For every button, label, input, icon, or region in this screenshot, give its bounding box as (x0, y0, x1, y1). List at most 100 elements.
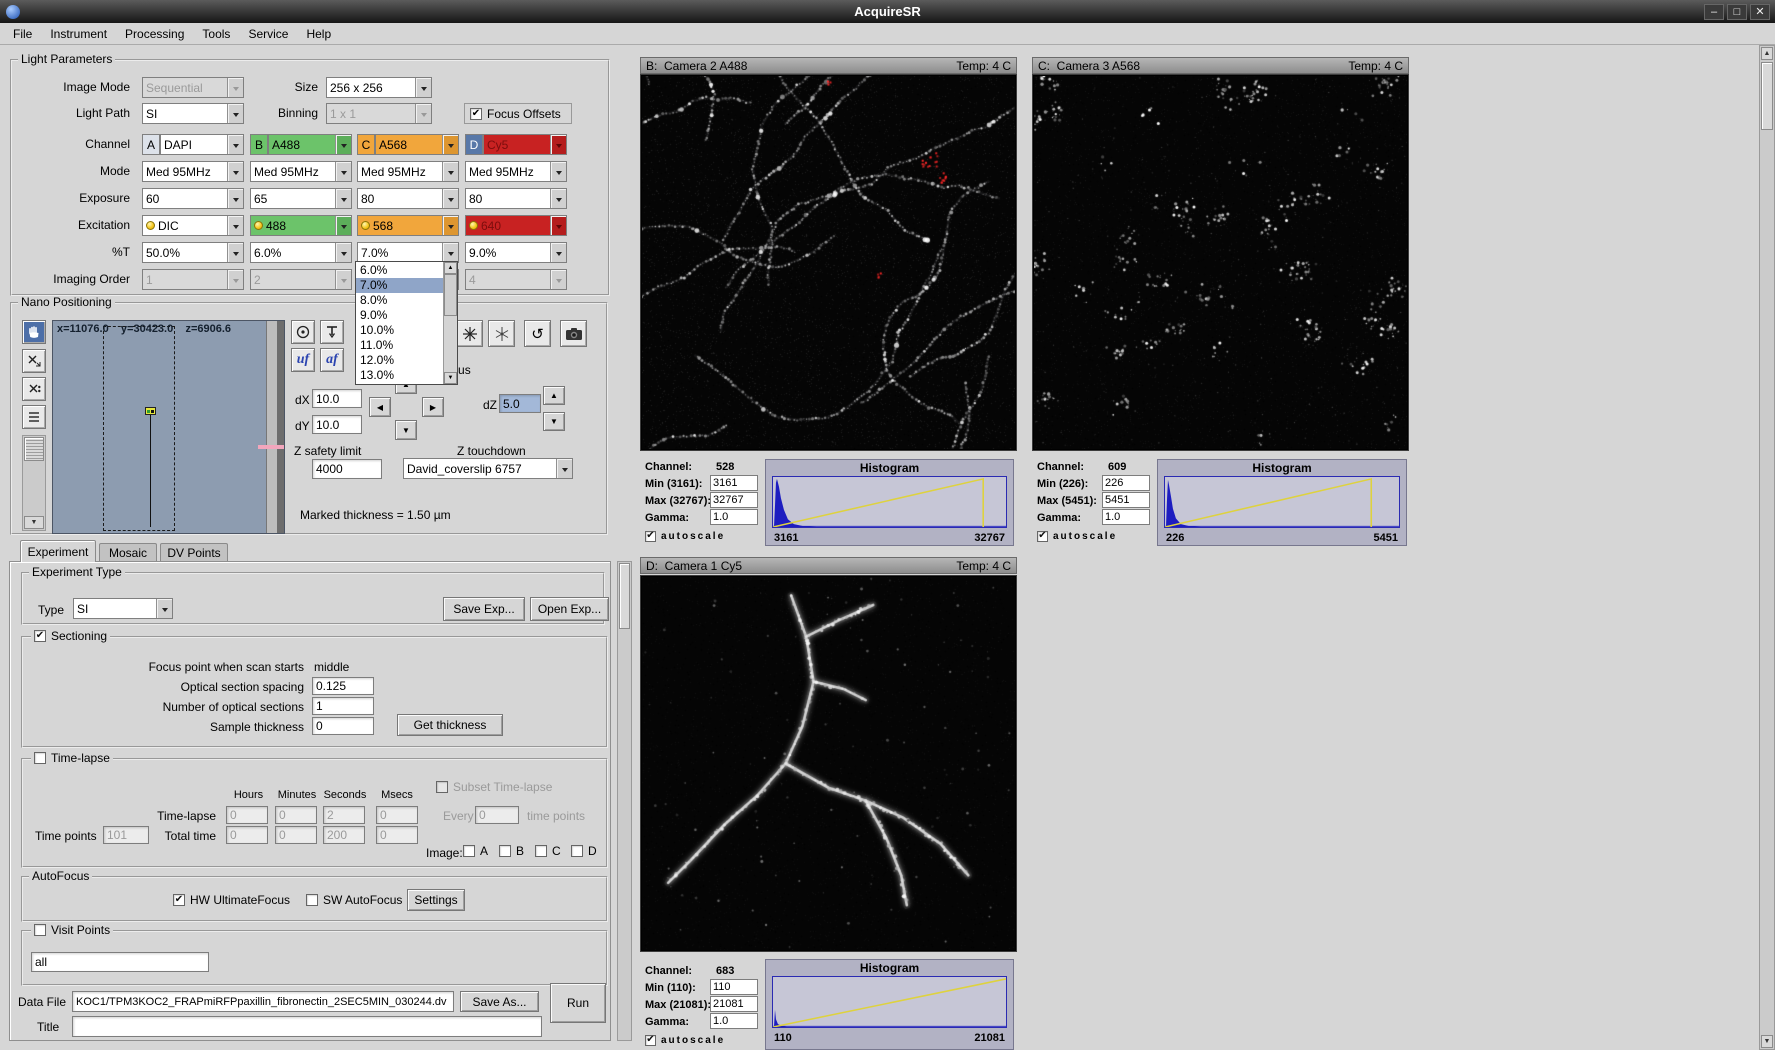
camera-b-view[interactable] (640, 74, 1017, 451)
dz-input[interactable] (499, 394, 541, 413)
touchdown-button[interactable] (320, 320, 344, 344)
max-input[interactable] (710, 996, 758, 1012)
run-button[interactable]: Run (550, 983, 606, 1023)
pct-t-c-select[interactable]: 7.0% (357, 242, 459, 263)
num-sections-input[interactable] (312, 697, 374, 715)
exposure-a-select[interactable]: 60 (142, 188, 244, 209)
dropdown-option[interactable]: 9.0% (356, 308, 443, 323)
dropdown-option[interactable]: 13.0% (356, 368, 443, 383)
exposure-c-select[interactable]: 80 (357, 188, 459, 209)
spiral-mosaic-button[interactable] (488, 320, 515, 347)
tab-mosaic[interactable]: Mosaic (99, 543, 157, 562)
freeze-button[interactable] (456, 320, 483, 347)
visit-points-checkbox[interactable]: Visit Points (31, 923, 114, 937)
section-spacing-input[interactable] (312, 677, 374, 695)
menu-service[interactable]: Service (239, 24, 297, 44)
order-b-select[interactable]: 2 (250, 269, 352, 290)
image-c-checkbox[interactable]: C (535, 844, 561, 858)
title-input[interactable] (72, 1016, 542, 1037)
min-input[interactable] (710, 979, 758, 995)
camera-d-view[interactable] (640, 575, 1017, 952)
stage-left-button[interactable]: ◀ (369, 397, 391, 417)
pct-t-b-select[interactable]: 6.0% (250, 242, 352, 263)
scrollbar-thumb[interactable] (1761, 62, 1773, 130)
exposure-b-select[interactable]: 65 (250, 188, 352, 209)
hw-ultimatefocus-checkbox[interactable]: HW UltimateFocus (173, 893, 290, 907)
map-zoom-scrollbar[interactable]: ▼ (22, 435, 46, 531)
min-input[interactable] (710, 475, 758, 491)
menu-instrument[interactable]: Instrument (41, 24, 116, 44)
camera-d-canvas[interactable] (642, 577, 1015, 950)
tl-minutes-input[interactable] (275, 806, 317, 824)
dropdown-scrollbar[interactable]: ▲ ▼ (443, 262, 457, 384)
z-safety-input[interactable] (312, 459, 382, 479)
excitation-a-select[interactable]: DIC (142, 215, 244, 236)
max-input[interactable] (710, 492, 758, 508)
dx-input[interactable] (312, 389, 362, 408)
image-a-checkbox[interactable]: A (463, 844, 488, 858)
mode-c-select[interactable]: Med 95MHz (357, 161, 459, 182)
scroll-up-button[interactable]: ▲ (1761, 47, 1773, 60)
experiment-type-select[interactable]: SI (73, 598, 173, 619)
close-button[interactable]: ✕ (1750, 3, 1770, 20)
pct-t-d-select[interactable]: 9.0% (465, 242, 567, 263)
scrollbar-thumb[interactable] (444, 274, 457, 316)
scroll-up-icon[interactable]: ▲ (444, 262, 457, 274)
dropdown-option[interactable]: 11.0% (356, 338, 443, 353)
scrollbar-thumb[interactable] (24, 437, 44, 461)
maximize-button[interactable]: □ (1727, 3, 1747, 20)
scroll-down-button[interactable]: ▼ (1761, 1035, 1773, 1048)
excitation-d-select[interactable]: 640 (465, 215, 567, 236)
data-file-input[interactable] (72, 991, 454, 1012)
camera-b-canvas[interactable] (642, 76, 1015, 449)
ultimate-focus-button[interactable]: uf (291, 348, 315, 372)
total-msecs-input[interactable] (376, 826, 418, 844)
save-exp-button[interactable]: Save Exp... (443, 597, 525, 621)
focus-offsets-checkbox[interactable]: ✔ Focus Offsets (464, 103, 572, 124)
stage-map[interactable]: x=11076.0 y=30423.0 z=6906.6 (52, 320, 285, 534)
z-down-button[interactable]: ▼ (543, 412, 565, 431)
gamma-input[interactable] (1102, 509, 1150, 525)
save-as-button[interactable]: Save As... (460, 991, 539, 1012)
subset-time-lapse-checkbox[interactable]: Subset Time-lapse (436, 780, 552, 794)
tl-seconds-input[interactable] (323, 806, 365, 824)
refresh-view-button[interactable]: ↺ (524, 320, 551, 347)
stage-down-button[interactable]: ▼ (395, 420, 417, 440)
camera-c-canvas[interactable] (1034, 76, 1407, 449)
excitation-b-select[interactable]: 488 (250, 215, 352, 236)
mode-d-select[interactable]: Med 95MHz (465, 161, 567, 182)
binning-select[interactable]: 1 x 1 (326, 103, 432, 124)
total-hours-input[interactable] (226, 826, 268, 844)
z-touchdown-select[interactable]: David_coverslip 6757 (403, 458, 573, 479)
tab-dv-points[interactable]: DV Points (160, 543, 228, 562)
dropdown-option[interactable]: 12.0% (356, 353, 443, 368)
dropdown-option-selected[interactable]: 7.0% (356, 278, 443, 293)
autoscale-checkbox[interactable]: autoscale (1037, 531, 1117, 542)
sw-autofocus-checkbox[interactable]: SW AutoFocus (306, 893, 402, 907)
mark-point-tool-button[interactable] (22, 349, 46, 373)
order-a-select[interactable]: 1 (142, 269, 244, 290)
minimize-button[interactable]: – (1704, 3, 1724, 20)
get-thickness-button[interactable]: Get thickness (397, 714, 503, 736)
channel-d-select[interactable]: Cy5 (483, 134, 567, 155)
stage-right-button[interactable]: ▶ (422, 397, 444, 417)
dropdown-option[interactable]: 6.0% (356, 263, 443, 278)
max-input[interactable] (1102, 492, 1150, 508)
total-seconds-input[interactable] (323, 826, 365, 844)
menu-tools[interactable]: Tools (193, 24, 239, 44)
min-input[interactable] (1102, 475, 1150, 491)
open-exp-button[interactable]: Open Exp... (530, 597, 609, 621)
excitation-c-select[interactable]: 568 (357, 215, 459, 236)
scroll-down-icon[interactable]: ▼ (444, 372, 457, 384)
center-point-button[interactable] (291, 320, 315, 344)
mode-a-select[interactable]: Med 95MHz (142, 161, 244, 182)
visit-points-input[interactable] (31, 952, 209, 972)
size-select[interactable]: 256 x 256 (326, 77, 432, 98)
image-d-checkbox[interactable]: D (571, 844, 597, 858)
scrollbar-thumb[interactable] (619, 563, 630, 629)
menu-processing[interactable]: Processing (116, 24, 193, 44)
every-input[interactable] (475, 806, 519, 824)
autofocus-settings-button[interactable]: Settings (407, 889, 465, 911)
exposure-d-select[interactable]: 80 (465, 188, 567, 209)
light-path-select[interactable]: SI (142, 103, 244, 124)
